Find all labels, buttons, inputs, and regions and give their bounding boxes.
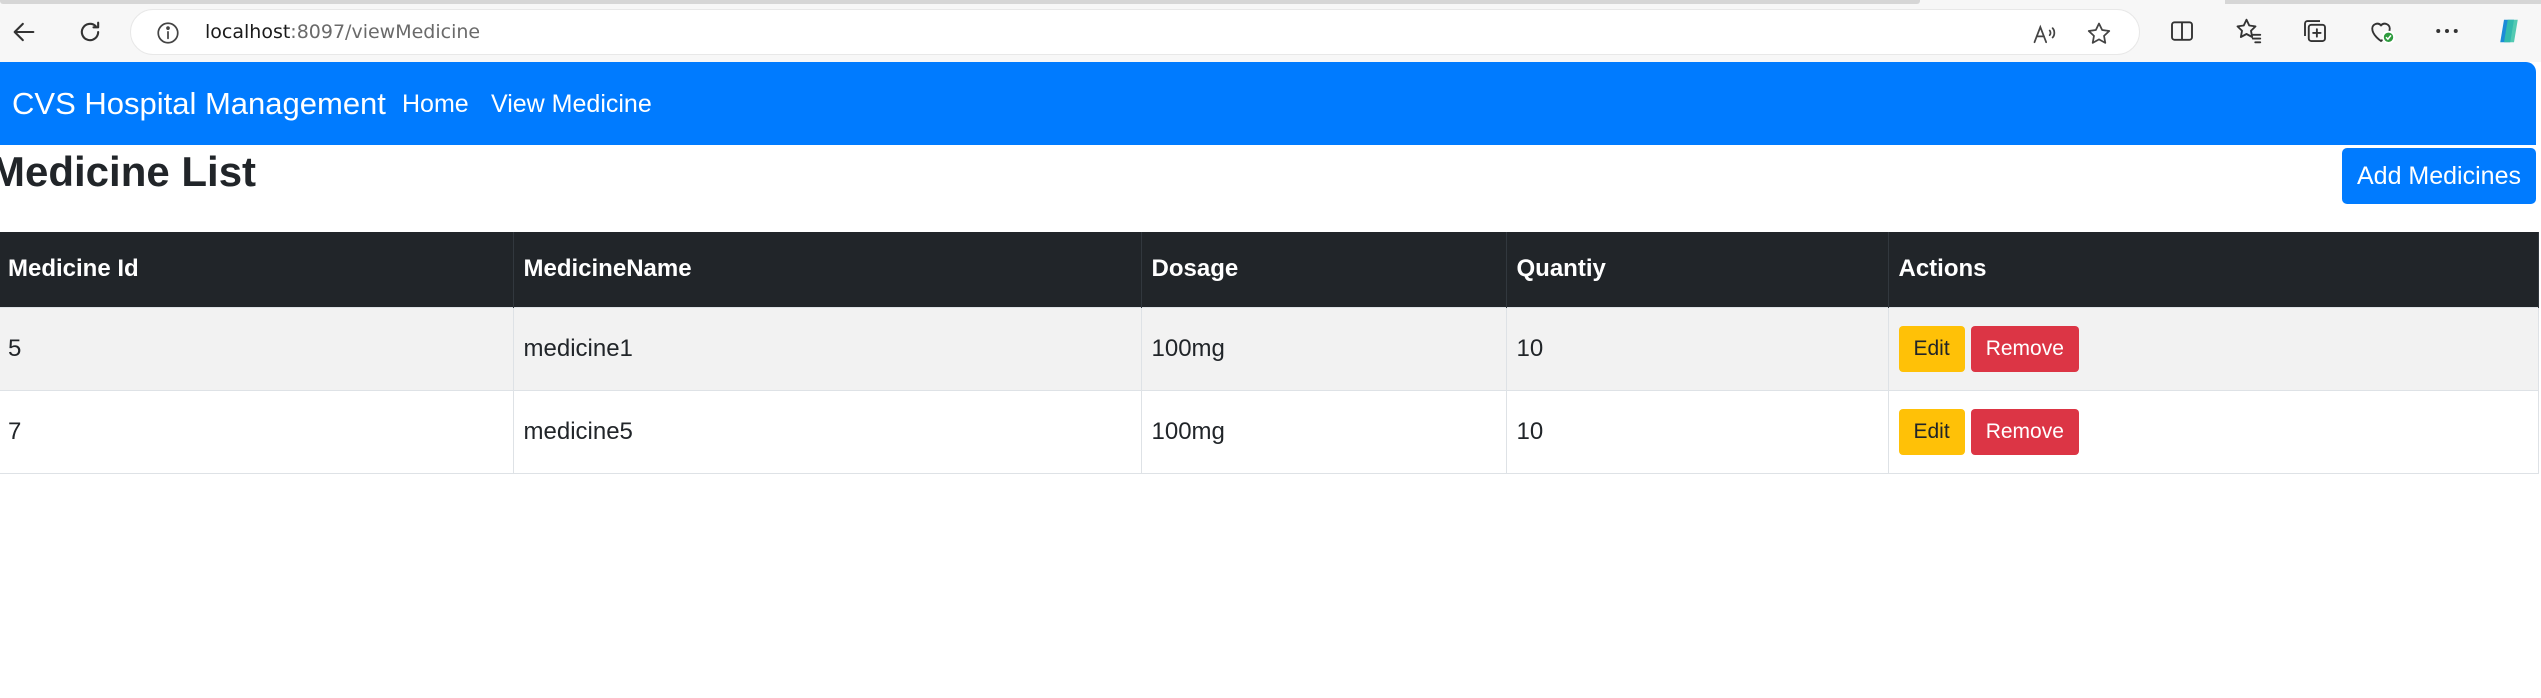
read-aloud-icon[interactable] bbox=[2031, 20, 2059, 48]
header-dosage: Dosage bbox=[1141, 232, 1507, 307]
page-title: Medicine List bbox=[0, 148, 257, 195]
url-text[interactable]: localhost:8097/viewMedicine bbox=[205, 21, 480, 43]
copilot-icon[interactable] bbox=[2492, 14, 2526, 48]
cell-medicine-id: 5 bbox=[0, 306, 514, 390]
edit-button[interactable]: Edit bbox=[1898, 325, 1965, 372]
cell-medicine-name: medicine5 bbox=[513, 389, 1142, 474]
table-row: 7 medicine5 100mg 10 Edit Remove bbox=[0, 389, 2539, 474]
favorite-star-icon[interactable] bbox=[2085, 20, 2113, 48]
remove-button[interactable]: Remove bbox=[1970, 325, 2079, 372]
header-actions: Actions bbox=[1888, 232, 2539, 307]
browser-essentials-icon[interactable] bbox=[2364, 14, 2398, 48]
tab-strip-edge bbox=[0, 0, 1920, 4]
cell-dosage: 100mg bbox=[1141, 389, 1507, 474]
remove-button[interactable]: Remove bbox=[1970, 408, 2079, 455]
cell-medicine-id: 7 bbox=[0, 389, 514, 474]
nav-link-home[interactable]: Home bbox=[402, 90, 469, 119]
cell-actions: Edit Remove bbox=[1888, 306, 2539, 390]
header-quantity: Quantiy bbox=[1506, 232, 1889, 307]
url-path: :8097/viewMedicine bbox=[290, 21, 481, 43]
edit-button[interactable]: Edit bbox=[1898, 408, 1965, 455]
info-icon[interactable] bbox=[155, 20, 181, 46]
header-medicine-name: MedicineName bbox=[513, 232, 1142, 307]
cell-actions: Edit Remove bbox=[1888, 389, 2539, 474]
split-screen-icon[interactable] bbox=[2165, 14, 2199, 48]
address-bar[interactable]: localhost:8097/viewMedicine bbox=[130, 9, 2140, 55]
more-icon[interactable] bbox=[2430, 14, 2464, 48]
medicine-table: Medicine Id MedicineName Dosage Quantiy … bbox=[0, 232, 2539, 474]
url-host: localhost bbox=[205, 21, 291, 43]
collections-icon[interactable] bbox=[2298, 14, 2332, 48]
refresh-icon[interactable] bbox=[70, 12, 110, 52]
back-icon[interactable] bbox=[4, 12, 44, 52]
add-medicines-button[interactable]: Add Medicines bbox=[2342, 148, 2536, 204]
cell-quantity: 10 bbox=[1506, 389, 1889, 474]
app-navbar: CVS Hospital Management Home View Medici… bbox=[0, 62, 2536, 145]
nav-link-view-medicine[interactable]: View Medicine bbox=[491, 90, 652, 119]
cell-dosage: 100mg bbox=[1141, 306, 1507, 390]
tab-strip-edge-right bbox=[2225, 0, 2541, 4]
navbar-brand[interactable]: CVS Hospital Management bbox=[12, 86, 386, 122]
table-row: 5 medicine1 100mg 10 Edit Remove bbox=[0, 306, 2539, 390]
table-header-row: Medicine Id MedicineName Dosage Quantiy … bbox=[0, 232, 2539, 307]
header-medicine-id: Medicine Id bbox=[0, 232, 514, 307]
favorites-icon[interactable] bbox=[2232, 14, 2266, 48]
cell-medicine-name: medicine1 bbox=[513, 306, 1142, 390]
cell-quantity: 10 bbox=[1506, 306, 1889, 390]
browser-toolbar: localhost:8097/viewMedicine bbox=[0, 0, 2541, 62]
